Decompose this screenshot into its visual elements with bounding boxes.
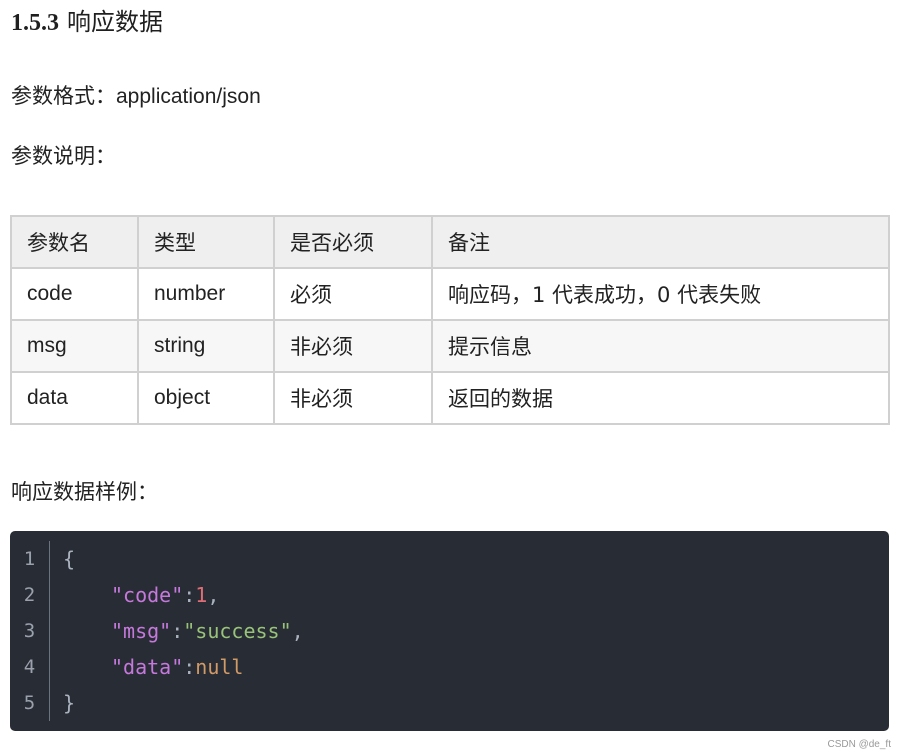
param-type-cell: number <box>137 267 275 321</box>
json-colon: : <box>183 583 196 607</box>
line-number: 1 <box>23 548 36 570</box>
table-row: data object 非必须 返回的数据 <box>10 371 890 425</box>
json-key: "code" <box>111 583 184 607</box>
code-block[interactable]: 1 2 3 4 5 { "code":1, "msg":"success", "… <box>10 531 889 731</box>
parameter-table: 参数名 类型 是否必须 备注 code number 必须 响应码，1 代表成功… <box>10 215 890 425</box>
table-row: msg string 非必须 提示信息 <box>10 319 890 373</box>
param-note-cell: 提示信息 <box>431 319 890 373</box>
watermark: CSDN @de_ft <box>827 739 891 750</box>
code-line: "data":null <box>63 649 304 685</box>
table-header-row: 参数名 类型 是否必须 备注 <box>10 215 890 269</box>
code-content: { "code":1, "msg":"success", "data":null… <box>63 541 304 721</box>
code-line: "code":1, <box>63 577 304 613</box>
param-type-cell: string <box>137 319 275 373</box>
json-colon: : <box>183 655 196 679</box>
json-colon: : <box>171 619 184 643</box>
param-note-cell: 响应码，1 代表成功，0 代表失败 <box>431 267 890 321</box>
column-header: 类型 <box>137 215 275 269</box>
param-required-cell: 非必须 <box>273 371 433 425</box>
format-value: application/json <box>116 85 261 108</box>
code-line: } <box>63 685 304 721</box>
param-name-cell: code <box>10 267 139 321</box>
json-comma: , <box>291 619 304 643</box>
param-required-cell: 必须 <box>273 267 433 321</box>
json-comma: , <box>207 583 220 607</box>
description-label: 参数说明： <box>11 144 116 168</box>
code-line: { <box>63 541 304 577</box>
line-number: 2 <box>23 584 36 606</box>
json-value: null <box>195 655 244 679</box>
section-number: 1.5.3 <box>11 10 59 36</box>
section-title: 响应数据 <box>67 8 163 36</box>
column-header: 是否必须 <box>273 215 433 269</box>
json-value: 1 <box>195 583 208 607</box>
param-required-cell: 非必须 <box>273 319 433 373</box>
json-key: "msg" <box>111 619 172 643</box>
format-line: 参数格式：application/json <box>11 81 261 112</box>
section-heading: 1.5.3 响应数据 <box>11 4 163 41</box>
json-value: "success" <box>183 619 292 643</box>
json-key: "data" <box>111 655 184 679</box>
sample-label: 响应数据样例： <box>11 480 158 504</box>
column-header: 备注 <box>431 215 890 269</box>
open-brace: { <box>63 547 76 571</box>
column-header: 参数名 <box>10 215 139 269</box>
param-note-cell: 返回的数据 <box>431 371 890 425</box>
param-type-cell: object <box>137 371 275 425</box>
line-number-gutter: 1 2 3 4 5 <box>10 541 50 721</box>
line-number: 3 <box>23 620 36 642</box>
param-name-cell: data <box>10 371 139 425</box>
format-label: 参数格式： <box>11 84 116 108</box>
table-row: code number 必须 响应码，1 代表成功，0 代表失败 <box>10 267 890 321</box>
param-name-cell: msg <box>10 319 139 373</box>
close-brace: } <box>63 691 76 715</box>
line-number: 4 <box>23 656 36 678</box>
code-line: "msg":"success", <box>63 613 304 649</box>
line-number: 5 <box>23 692 36 714</box>
